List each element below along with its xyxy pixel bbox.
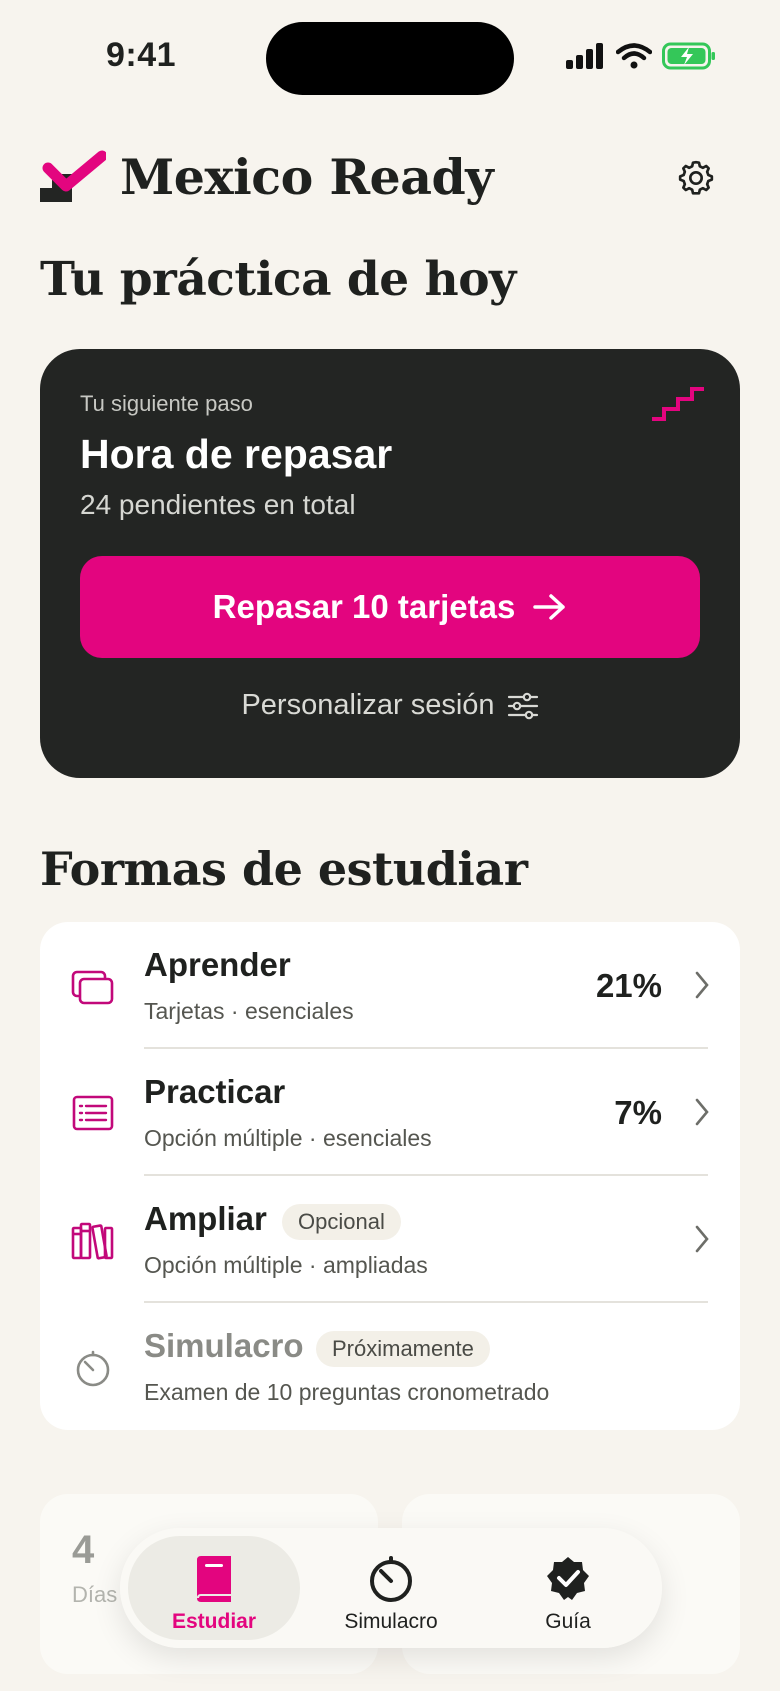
tab-label: Estudiar: [171, 1610, 257, 1633]
study-mode-title: Simulacro: [144, 1327, 304, 1364]
study-mode-practice[interactable]: Practicar Opción múltiple · esenciales 7…: [40, 1049, 740, 1176]
chevron-right-icon: [695, 971, 709, 999]
coming-soon-badge: Próximamente: [316, 1331, 490, 1367]
timer-icon: [370, 1556, 412, 1602]
chevron-right-icon: [695, 1225, 709, 1253]
optional-badge: Opcional: [282, 1204, 401, 1240]
tab-label: Guía: [545, 1610, 591, 1633]
cellular-signal-icon: [566, 43, 603, 69]
personalize-session-button[interactable]: Personalizar sesión: [40, 689, 740, 722]
tab-study[interactable]: Estudiar: [128, 1536, 300, 1640]
study-section-heading: Formas de estudiar: [40, 842, 528, 896]
list-icon: [72, 1095, 114, 1131]
app-title: Mexico Ready: [120, 148, 494, 206]
dynamic-island: [266, 22, 514, 95]
tab-guide[interactable]: Guía: [482, 1536, 654, 1640]
page-heading: Tu práctica de hoy: [40, 252, 516, 307]
study-mode-subtitle: Opción múltiple · esenciales: [144, 1125, 432, 1151]
study-mode-progress: 7%: [614, 1094, 662, 1131]
app-logo-icon: [40, 150, 106, 202]
study-mode-progress: 21%: [595, 967, 662, 1004]
chevron-right-icon: [695, 1098, 709, 1126]
next-step-title: Hora de repasar: [80, 431, 393, 477]
personalize-session-label: Personalizar sesión: [241, 689, 495, 721]
settings-gear-icon[interactable]: [676, 158, 716, 198]
cards-icon: [71, 970, 114, 1005]
status-icons: [566, 42, 716, 70]
timer-icon: [76, 1350, 110, 1387]
verified-badge-icon: [547, 1557, 589, 1600]
books-icon: [71, 1222, 114, 1260]
review-cards-button[interactable]: Repasar 10 tarjetas: [80, 556, 700, 658]
study-mode-learn[interactable]: Aprender Tarjetas · esenciales 21%: [40, 922, 740, 1049]
wifi-icon: [616, 43, 652, 69]
study-modes-list: Aprender Tarjetas · esenciales 21% Pract…: [40, 922, 740, 1430]
tab-label: Simulacro: [344, 1610, 438, 1633]
study-mode-subtitle: Tarjetas · esenciales: [144, 998, 354, 1024]
study-mode-title: Ampliar: [144, 1200, 267, 1237]
book-icon: [197, 1556, 231, 1602]
pending-count: 24 pendientes en total: [80, 489, 356, 520]
study-mode-title: Practicar: [144, 1073, 286, 1110]
next-step-card: Tu siguiente paso Hora de repasar 24 pen…: [40, 349, 740, 778]
review-cards-label: Repasar 10 tarjetas: [212, 588, 516, 625]
battery-icon: [662, 42, 715, 70]
streak-value: 4: [72, 1528, 95, 1572]
stairs-icon: [652, 387, 704, 421]
tab-simulation[interactable]: Simulacro: [305, 1536, 477, 1640]
study-mode-subtitle: Opción múltiple · ampliadas: [144, 1252, 428, 1278]
next-step-kicker: Tu siguiente paso: [80, 391, 253, 416]
arrow-right-icon: [533, 594, 566, 620]
sliders-icon: [507, 692, 538, 719]
tab-bar: Estudiar Simulacro Guía: [120, 1528, 662, 1648]
streak-label: Días: [72, 1582, 118, 1607]
status-time: 9:41: [106, 36, 177, 74]
study-mode-expand[interactable]: Ampliar Opcional Opción múltiple · ampli…: [40, 1176, 740, 1303]
study-mode-simulation: Simulacro Próximamente Examen de 10 preg…: [40, 1303, 740, 1430]
study-mode-title: Aprender: [144, 946, 291, 983]
study-mode-subtitle: Examen de 10 preguntas cronometrado: [144, 1379, 550, 1405]
